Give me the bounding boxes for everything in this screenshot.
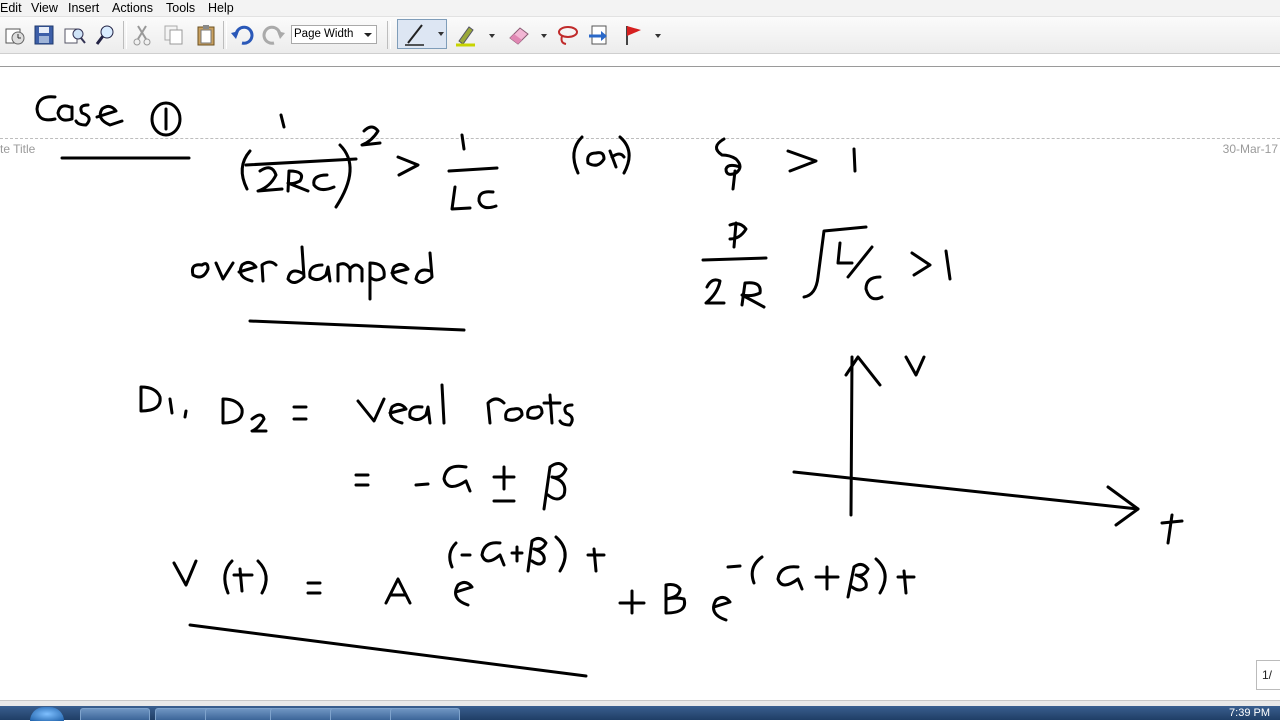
menu-view[interactable]: View	[31, 0, 58, 16]
ink-condition-eq	[240, 113, 857, 211]
eraser-dropdown-icon[interactable]	[541, 34, 547, 38]
find-icon[interactable]	[62, 21, 88, 49]
pen-icon	[405, 24, 424, 46]
eraser-icon[interactable]	[506, 21, 532, 49]
handwriting-canvas[interactable]	[0, 67, 1280, 700]
menu-actions[interactable]: Actions	[112, 0, 153, 16]
copy-icon[interactable]	[161, 21, 187, 49]
taskbar-clock: 7:39 PM	[1229, 707, 1270, 719]
taskbar: 7:39 PM	[0, 706, 1280, 721]
flag-icon[interactable]	[620, 21, 646, 49]
zoom-value: Page Width	[294, 28, 354, 40]
zoom-select[interactable]: Page Width	[291, 25, 377, 44]
ink-roots-line	[139, 383, 574, 433]
cut-icon[interactable]	[129, 21, 155, 49]
menu-bar: Edit View Insert Actions Tools Help	[0, 0, 1280, 17]
redo-icon[interactable]	[261, 21, 287, 49]
chevron-down-icon	[364, 33, 372, 37]
start-button-icon[interactable]	[30, 707, 64, 721]
pen-tool-group[interactable]	[397, 19, 447, 49]
ink-alpha-beta	[354, 462, 568, 511]
highlighter-icon[interactable]	[452, 21, 478, 49]
highlighter-dropdown-icon[interactable]	[489, 34, 495, 38]
pen-dropdown-icon[interactable]	[438, 32, 444, 36]
ink-over-damped	[190, 245, 466, 332]
toolbar-separator	[223, 21, 227, 49]
ink-vt-equation	[172, 535, 916, 678]
menu-edit[interactable]: Edit	[0, 0, 22, 16]
toolbar: Page Width	[0, 17, 1280, 54]
lasso-icon[interactable]	[555, 21, 581, 49]
toolbar-separator	[387, 21, 391, 49]
menu-insert[interactable]: Insert	[68, 0, 99, 16]
taskbar-explorer-icon[interactable]	[80, 708, 150, 720]
ink-vt-axes	[792, 355, 1184, 545]
undo-icon[interactable]	[229, 21, 255, 49]
zoom-icon[interactable]	[93, 21, 119, 49]
new-page-icon[interactable]	[2, 21, 28, 49]
insert-space-icon[interactable]	[586, 21, 612, 49]
toolbar-separator	[123, 21, 127, 49]
taskbar-firefox-icon[interactable]	[205, 708, 275, 720]
ink-case-1-label	[35, 95, 191, 160]
taskbar-journal-icon[interactable]	[390, 708, 460, 720]
menu-tools[interactable]: Tools	[166, 0, 195, 16]
page-counter: 1/	[1256, 660, 1280, 690]
menu-help[interactable]: Help	[208, 0, 234, 16]
paste-icon[interactable]	[193, 21, 219, 49]
save-icon[interactable]	[31, 21, 57, 49]
ink-zeta-expression	[701, 221, 952, 309]
flag-dropdown-icon[interactable]	[655, 34, 661, 38]
